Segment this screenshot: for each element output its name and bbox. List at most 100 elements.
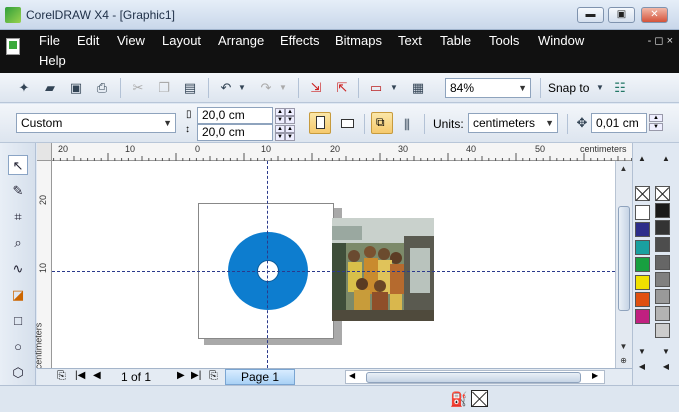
document-window-controls[interactable]: - ◻ × xyxy=(648,34,673,47)
nudge-spin-up[interactable]: ▲ xyxy=(649,114,663,122)
menu-window[interactable]: Window xyxy=(538,33,584,48)
height-spin-up-alt[interactable]: ▲ xyxy=(285,125,295,133)
zoom-level-dropdown[interactable]: 84% ▼ xyxy=(445,78,531,98)
drawing-canvas[interactable] xyxy=(52,161,615,368)
height-spin-down[interactable]: ▼ xyxy=(275,133,285,141)
vertical-guideline[interactable] xyxy=(267,161,268,368)
palette2-scroll-up-icon[interactable]: ▲ xyxy=(659,153,673,165)
units-dropdown[interactable]: centimeters ▼ xyxy=(468,113,558,133)
save-icon[interactable]: ▣ xyxy=(68,80,84,96)
menu-effects[interactable]: Effects xyxy=(280,33,320,48)
nudge-spin-down[interactable]: ▼ xyxy=(649,123,663,131)
ellipse-tool-icon[interactable]: ○ xyxy=(8,337,28,357)
redo-icon[interactable]: ↷ xyxy=(258,80,274,96)
width-spin-down[interactable]: ▼ xyxy=(275,116,285,124)
scroll-up-icon[interactable]: ▲ xyxy=(616,162,631,176)
freehand-tool-icon[interactable]: ∿ xyxy=(8,259,28,279)
menu-tools[interactable]: Tools xyxy=(489,33,519,48)
palette2-expand-icon[interactable]: ◀ xyxy=(659,361,673,373)
no-color-swatch[interactable] xyxy=(655,186,670,201)
insert-page-before-icon[interactable]: ⎘ xyxy=(57,370,66,383)
color-swatch[interactable] xyxy=(655,220,670,236)
fill-bucket-icon[interactable]: ⛽ xyxy=(450,391,467,407)
ruler-origin[interactable] xyxy=(37,143,52,161)
new-document-icon[interactable]: ✦ xyxy=(16,80,32,96)
palette-scroll-down-icon[interactable]: ▼ xyxy=(635,346,649,358)
pick-tool-icon[interactable]: ↖ xyxy=(8,155,28,175)
cut-icon[interactable]: ✂ xyxy=(130,80,146,96)
current-page-icon[interactable]: ⫼ xyxy=(399,117,415,133)
all-pages-button[interactable]: ⧉ xyxy=(371,112,393,134)
insert-page-after-icon[interactable]: ⎘ xyxy=(209,370,218,383)
menu-arrange[interactable]: Arrange xyxy=(218,33,264,48)
palette-scroll-up-icon[interactable]: ▲ xyxy=(635,153,649,165)
crop-tool-icon[interactable]: ⌗ xyxy=(8,207,28,227)
color-swatch[interactable] xyxy=(655,289,670,304)
previous-page-icon[interactable]: ◀ xyxy=(93,370,101,381)
outline-none-swatch[interactable] xyxy=(471,390,488,407)
import-icon[interactable]: ⇲ xyxy=(308,80,324,96)
menu-view[interactable]: View xyxy=(117,33,145,48)
no-color-swatch[interactable] xyxy=(635,186,650,201)
color-swatch[interactable] xyxy=(635,309,650,325)
color-swatch[interactable] xyxy=(635,274,650,290)
vertical-scroll-thumb[interactable] xyxy=(618,206,630,311)
open-icon[interactable]: ▰ xyxy=(42,80,58,96)
width-spin-up-alt[interactable]: ▲ xyxy=(285,108,295,116)
page-height-field[interactable]: 20,0 cm xyxy=(197,124,273,141)
color-swatch[interactable] xyxy=(655,323,670,339)
shape-tool-icon[interactable]: ✎ xyxy=(8,181,28,201)
first-page-icon[interactable]: |◀ xyxy=(75,370,85,381)
color-swatch[interactable] xyxy=(655,306,670,322)
menu-file[interactable]: File xyxy=(39,33,60,48)
coreldraw-app-icon[interactable] xyxy=(5,7,21,23)
undo-dropdown-icon[interactable]: ▼ xyxy=(234,80,250,96)
paste-icon[interactable]: ▤ xyxy=(182,80,198,96)
height-spin-up[interactable]: ▲ xyxy=(275,125,285,133)
width-spin-up[interactable]: ▲ xyxy=(275,108,285,116)
horizontal-guideline[interactable] xyxy=(52,271,615,272)
vertical-ruler[interactable]: 20 10 centimeters xyxy=(33,161,52,369)
application-launcher-icon[interactable]: ▭ xyxy=(368,80,384,96)
color-swatch[interactable] xyxy=(655,254,670,270)
width-spin-down-alt[interactable]: ▼ xyxy=(285,116,295,124)
launcher-dropdown-icon[interactable]: ▼ xyxy=(386,80,402,96)
scroll-left-icon[interactable]: ◀ xyxy=(349,371,355,380)
undo-icon[interactable]: ↶ xyxy=(218,80,234,96)
snap-dropdown-icon[interactable]: ▼ xyxy=(592,80,608,96)
paper-type-dropdown[interactable]: Custom ▼ xyxy=(16,113,176,133)
redo-dropdown-icon[interactable]: ▼ xyxy=(275,80,291,96)
color-swatch[interactable] xyxy=(655,271,670,287)
menu-help[interactable]: Help xyxy=(39,53,66,68)
menu-layout[interactable]: Layout xyxy=(162,33,201,48)
portrait-button[interactable] xyxy=(309,112,331,134)
color-swatch[interactable] xyxy=(635,292,650,307)
horizontal-scroll-thumb[interactable] xyxy=(366,372,581,383)
export-icon[interactable]: ⇱ xyxy=(334,80,350,96)
scroll-down-icon[interactable]: ▼ xyxy=(616,340,631,354)
last-page-icon[interactable]: ▶| xyxy=(191,370,201,381)
copy-icon[interactable]: ❐ xyxy=(156,80,172,96)
document-icon[interactable] xyxy=(6,38,20,55)
menu-bitmaps[interactable]: Bitmaps xyxy=(335,33,382,48)
group-photo-bitmap[interactable] xyxy=(332,218,434,321)
color-swatch[interactable] xyxy=(635,222,650,238)
options-icon[interactable]: ☷ xyxy=(612,80,628,96)
polygon-tool-icon[interactable]: ⬡ xyxy=(8,363,28,383)
color-swatch[interactable] xyxy=(635,205,650,220)
tab-page-1[interactable]: Page 1 xyxy=(225,369,295,385)
landscape-button[interactable] xyxy=(336,112,358,134)
menu-table[interactable]: Table xyxy=(440,33,471,48)
height-spin-down-alt[interactable]: ▼ xyxy=(285,133,295,141)
menu-edit[interactable]: Edit xyxy=(77,33,99,48)
minimize-button[interactable]: ▬ xyxy=(577,7,604,23)
color-swatch[interactable] xyxy=(635,239,650,255)
color-swatch[interactable] xyxy=(635,257,650,273)
palette2-scroll-down-icon[interactable]: ▼ xyxy=(659,346,673,358)
navigator-icon[interactable]: ⊕ xyxy=(616,354,631,368)
horizontal-ruler[interactable]: 20 10 0 10 20 30 40 50 centimeters xyxy=(37,143,632,161)
menu-text[interactable]: Text xyxy=(398,33,422,48)
vertical-scrollbar[interactable]: ▲ ▼ ⊕ xyxy=(615,161,632,368)
welcome-screen-icon[interactable]: ▦ xyxy=(410,80,426,96)
page-width-field[interactable]: 20,0 cm xyxy=(197,107,273,124)
